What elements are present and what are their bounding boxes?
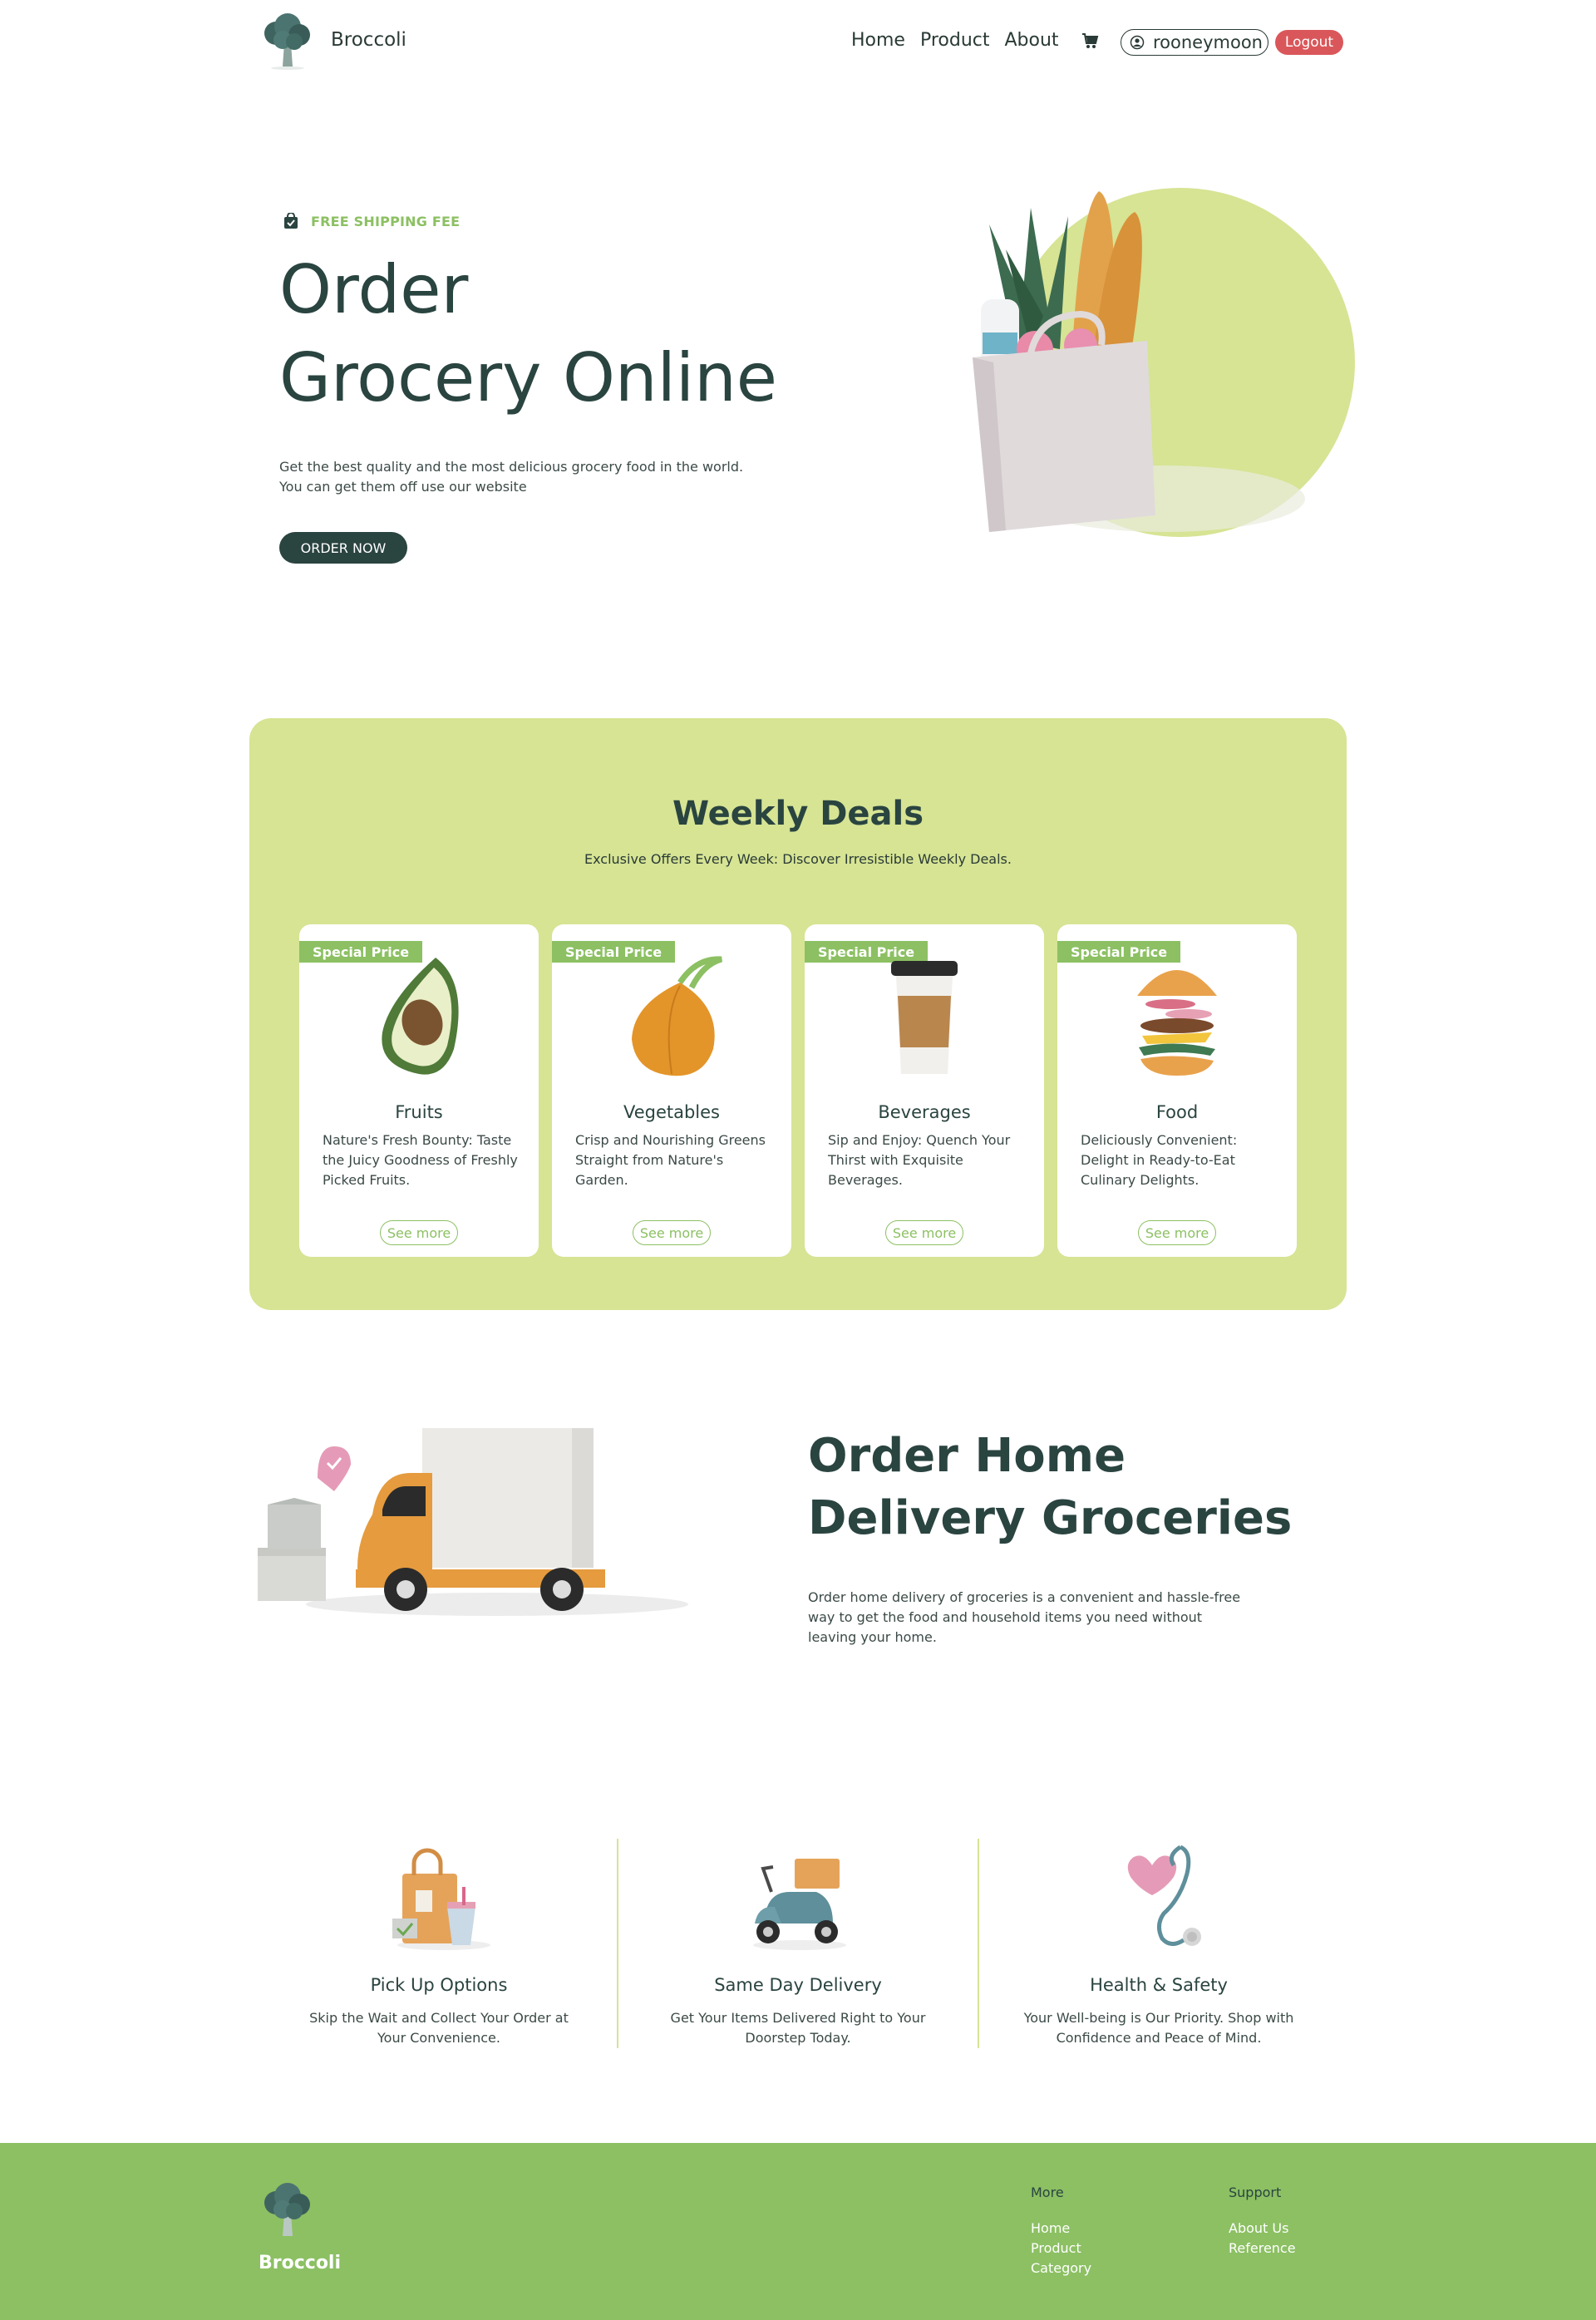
hero-subtitle: Get the best quality and the most delici… bbox=[279, 457, 795, 497]
card-description: Sip and Enjoy: Quench Your Thirst with E… bbox=[828, 1132, 1011, 1188]
see-more-button[interactable]: See more bbox=[633, 1220, 711, 1245]
card-description: Deliciously Convenient: Delight in Ready… bbox=[1081, 1132, 1238, 1188]
hero-title: Order Grocery Online bbox=[279, 246, 777, 422]
feature-same-day-delivery: Same Day Delivery Get Your Items Deliver… bbox=[618, 1840, 978, 2048]
hero-title-line2: Grocery Online bbox=[279, 339, 777, 416]
user-circle-icon bbox=[1130, 35, 1145, 50]
delivery-truck-illustration bbox=[258, 1428, 688, 1616]
card-title: Vegetables bbox=[623, 1102, 721, 1122]
feature-description: Your Well-being is Our Priority. Shop wi… bbox=[1023, 2010, 1294, 2046]
onion-icon bbox=[632, 956, 723, 1076]
logout-button[interactable]: Logout bbox=[1275, 30, 1343, 55]
brand-name: Broccoli bbox=[331, 29, 406, 51]
delivery-title-line1: Order Home bbox=[808, 1429, 1126, 1483]
footer-link-reference[interactable]: Reference bbox=[1229, 2239, 1296, 2258]
footer-support-heading: Support bbox=[1229, 2185, 1282, 2200]
cart-icon[interactable] bbox=[1081, 32, 1099, 50]
footer-link-about-us[interactable]: About Us bbox=[1229, 2219, 1296, 2239]
feature-title: Health & Safety bbox=[1090, 1975, 1228, 1995]
see-more-button[interactable]: See more bbox=[380, 1220, 458, 1245]
deal-card-beverages[interactable]: Special Price Beverages Sip and Enjoy: Q… bbox=[805, 924, 1044, 1257]
feature-pickup: Pick Up Options Skip the Wait and Collec… bbox=[259, 1840, 618, 2048]
stethoscope-heart-icon bbox=[1127, 1845, 1201, 1946]
avocado-icon bbox=[382, 958, 459, 1075]
hero-subtitle-line1: Get the best quality and the most delici… bbox=[279, 459, 744, 475]
username: rooneymoon bbox=[1153, 32, 1263, 52]
footer-more-column: More Home Product Category bbox=[1031, 2185, 1091, 2278]
footer-link-home[interactable]: Home bbox=[1031, 2219, 1091, 2239]
delivery-title: Order Home Delivery Groceries bbox=[808, 1425, 1292, 1549]
card-title: Beverages bbox=[878, 1102, 971, 1122]
shopping-bag-icon bbox=[392, 1848, 490, 1950]
feature-description: Skip the Wait and Collect Your Order at … bbox=[309, 2010, 569, 2046]
footer-more-heading: More bbox=[1031, 2185, 1064, 2200]
navbar: Broccoli Home Product About rooneymoon L… bbox=[0, 0, 1596, 86]
nav-link-about[interactable]: About bbox=[1005, 30, 1059, 51]
card-title: Fruits bbox=[395, 1102, 443, 1122]
broccoli-logo-icon[interactable] bbox=[258, 2180, 318, 2239]
grocery-bag-illustration bbox=[973, 188, 1355, 537]
burger-icon bbox=[1137, 970, 1217, 1076]
user-account-button[interactable]: rooneymoon bbox=[1121, 29, 1268, 56]
footer: Broccoli More Home Product Category Supp… bbox=[0, 2143, 1596, 2320]
feature-title: Same Day Delivery bbox=[714, 1975, 882, 1995]
order-now-button[interactable]: ORDER NOW bbox=[279, 532, 407, 564]
deal-card-vegetables[interactable]: Special Price Vegetables Crisp and Nouri… bbox=[552, 924, 791, 1257]
deal-card-food[interactable]: Special Price Food Deliciously Convenien… bbox=[1057, 924, 1297, 1257]
card-title: Food bbox=[1155, 1102, 1199, 1122]
weekly-deals-section: Weekly Deals Exclusive Offers Every Week… bbox=[249, 718, 1347, 1310]
broccoli-logo-icon bbox=[264, 13, 310, 70]
scooter-icon bbox=[753, 1859, 846, 1950]
feature-description: Get Your Items Delivered Right to Your D… bbox=[670, 2010, 926, 2046]
weekly-deals-subtitle: Exclusive Offers Every Week: Discover Ir… bbox=[584, 851, 1012, 867]
coffee-cup-icon bbox=[891, 961, 958, 1074]
feature-health-safety: Health & Safety Your Well-being is Our P… bbox=[979, 1840, 1338, 2048]
footer-link-product[interactable]: Product bbox=[1031, 2239, 1091, 2258]
hero-title-line1: Order bbox=[279, 251, 469, 328]
nav-link-home[interactable]: Home bbox=[851, 30, 905, 51]
footer-link-category[interactable]: Category bbox=[1031, 2258, 1091, 2278]
footer-brand-name: Broccoli bbox=[259, 2253, 342, 2273]
shopping-bag-check-icon bbox=[284, 213, 298, 229]
weekly-deals-title: Weekly Deals bbox=[672, 795, 924, 833]
delivery-description: Order home delivery of groceries is a co… bbox=[808, 1589, 1241, 1645]
deal-card-fruits[interactable]: Special Price Fruits Nature's Fresh Boun… bbox=[299, 924, 539, 1257]
see-more-button[interactable]: See more bbox=[885, 1220, 963, 1245]
feature-title: Pick Up Options bbox=[370, 1975, 508, 1995]
delivery-title-line2: Delivery Groceries bbox=[808, 1491, 1293, 1545]
nav-links: Home Product About bbox=[851, 30, 1059, 51]
see-more-button[interactable]: See more bbox=[1138, 1220, 1216, 1245]
nav-link-product[interactable]: Product bbox=[920, 30, 990, 51]
footer-support-column: Support About Us Reference bbox=[1229, 2185, 1296, 2258]
brand[interactable]: Broccoli bbox=[258, 10, 406, 70]
hero-subtitle-line2: You can get them off use our website bbox=[279, 479, 527, 495]
free-shipping-text: FREE SHIPPING FEE bbox=[311, 213, 461, 229]
free-shipping-badge: FREE SHIPPING FEE bbox=[283, 213, 460, 229]
card-description: Crisp and Nourishing Greens Straight fro… bbox=[575, 1132, 766, 1188]
card-description: Nature's Fresh Bounty: Taste the Juicy G… bbox=[323, 1132, 518, 1188]
